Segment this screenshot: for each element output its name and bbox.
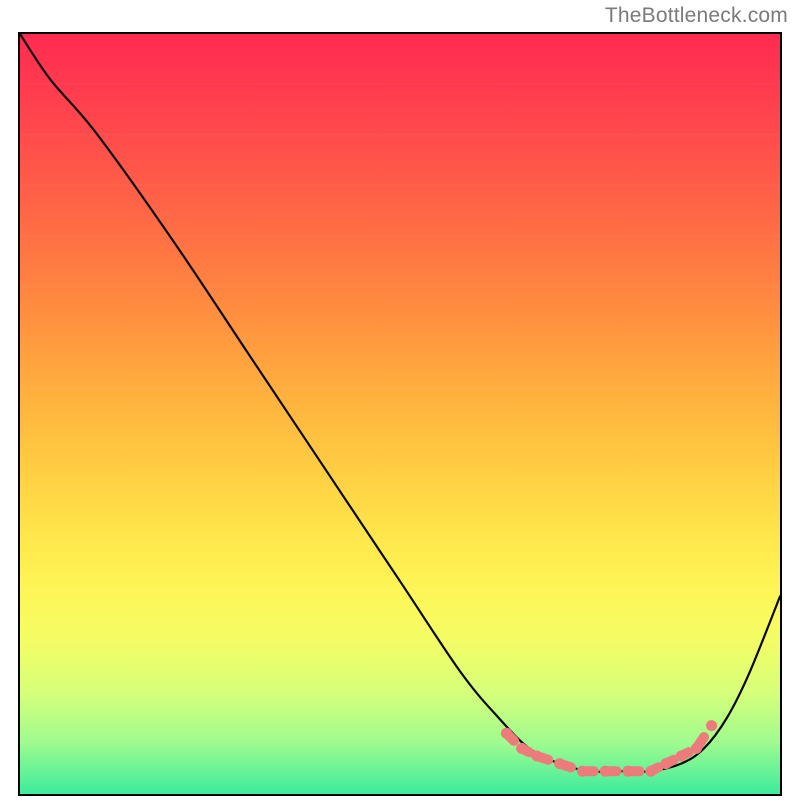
chart-svg — [20, 34, 780, 794]
trough-marker — [676, 751, 687, 762]
chart-frame — [18, 32, 782, 796]
trough-marker — [600, 766, 611, 777]
watermark-text: TheBottleneck.com — [605, 4, 788, 28]
trough-marker — [661, 758, 672, 769]
trough-marker-group — [501, 720, 717, 777]
trough-marker — [706, 720, 717, 731]
trough-marker — [623, 766, 634, 777]
trough-marker — [516, 743, 527, 754]
trough-marker — [691, 743, 702, 754]
trough-marker — [645, 766, 656, 777]
trough-marker — [577, 766, 588, 777]
chart-container: TheBottleneck.com — [0, 0, 800, 800]
trough-marker — [501, 728, 512, 739]
trough-marker — [554, 758, 565, 769]
bottleneck-curve-line — [20, 34, 780, 772]
trough-marker — [531, 751, 542, 762]
